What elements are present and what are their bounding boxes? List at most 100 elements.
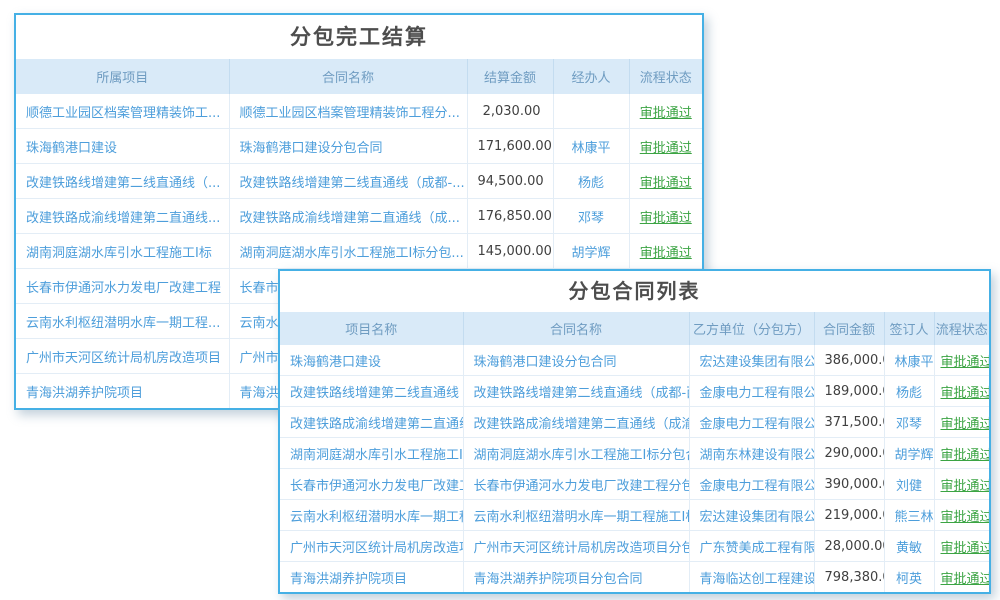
handler-name: 杨彪 <box>553 164 629 199</box>
project-link[interactable]: 长春市伊通河水力发电厂改建工程 <box>280 469 463 500</box>
amount-value: 145,000.00 <box>467 234 553 269</box>
contract-link[interactable]: 广州市天河区统计局机房改造项目分包... <box>463 531 689 562</box>
column-header: 结算金额 <box>467 59 553 94</box>
project-link[interactable]: 青海洪湖养护院项目 <box>280 562 463 593</box>
signer-name: 柯英 <box>884 562 934 593</box>
column-header: 流程状态 <box>629 59 702 94</box>
table-row: 湖南洞庭湖水库引水工程施工I标湖南洞庭湖水库引水工程施工I标分包合同湖南东林建设… <box>280 438 989 469</box>
project-link[interactable]: 改建铁路成渝线增建第二直通线... <box>16 199 229 234</box>
project-link[interactable]: 广州市天河区统计局机房改造项目 <box>16 339 229 374</box>
table-row: 改建铁路成渝线增建第二直通线...改建铁路成渝线增建第二直通线（成...176,… <box>16 199 702 234</box>
project-link[interactable]: 顺德工业园区档案管理精装饰工... <box>16 94 229 129</box>
project-link[interactable]: 云南水利枢纽潜明水库一期工程... <box>280 500 463 531</box>
contract-link[interactable]: 青海洪湖养护院项目分包合同 <box>463 562 689 593</box>
column-header: 项目名称 <box>280 312 463 345</box>
project-link[interactable]: 珠海鹤港口建设 <box>16 129 229 164</box>
project-link[interactable]: 长春市伊通河水力发电厂改建工程 <box>16 269 229 304</box>
signer-name: 胡学辉 <box>884 438 934 469</box>
table-row: 改建铁路成渝线增建第二直通线...改建铁路成渝线增建第二直通线（成渝...金康电… <box>280 407 989 438</box>
status-link[interactable]: 审批通过 <box>934 345 989 376</box>
status-link[interactable]: 审批通过 <box>629 94 702 129</box>
contract-link[interactable]: 改建铁路线增建第二线直通线（成都-... <box>229 164 467 199</box>
status-link[interactable]: 审批通过 <box>934 531 989 562</box>
table-row: 改建铁路线增建第二线直通线（...改建铁路线增建第二线直通线（成都-...94,… <box>16 164 702 199</box>
column-header: 所属项目 <box>16 59 229 94</box>
amount-value: 171,600.00 <box>467 129 553 164</box>
party-b-name: 湖南东林建设有限公司 <box>689 438 814 469</box>
contract-list-window: 分包合同列表 项目名称合同名称乙方单位（分包方）合同金额签订人流程状态 珠海鹤港… <box>278 269 991 594</box>
table-row: 改建铁路线增建第二线直通线（...改建铁路线增建第二线直通线（成都-西...金康… <box>280 376 989 407</box>
contract-link[interactable]: 改建铁路线增建第二线直通线（成都-西... <box>463 376 689 407</box>
status-link[interactable]: 审批通过 <box>934 438 989 469</box>
signer-name: 熊三林 <box>884 500 934 531</box>
amount-value: 2,030.00 <box>467 94 553 129</box>
status-link[interactable]: 审批通过 <box>934 500 989 531</box>
table-row: 珠海鹤港口建设珠海鹤港口建设分包合同宏达建设集团有限公司386,000.00林康… <box>280 345 989 376</box>
party-b-name: 宏达建设集团有限公司 <box>689 500 814 531</box>
table-row: 珠海鹤港口建设珠海鹤港口建设分包合同171,600.00林康平审批通过 <box>16 129 702 164</box>
amount-value: 219,000.00 <box>814 500 884 531</box>
table-row: 云南水利枢纽潜明水库一期工程...云南水利枢纽潜明水库一期工程施工I标...宏达… <box>280 500 989 531</box>
status-link[interactable]: 审批通过 <box>934 469 989 500</box>
signer-name: 林康平 <box>884 345 934 376</box>
contract-link[interactable]: 长春市伊通河水力发电厂改建工程分包... <box>463 469 689 500</box>
party-b-name: 金康电力工程有限公司 <box>689 376 814 407</box>
party-b-name: 金康电力工程有限公司 <box>689 469 814 500</box>
status-link[interactable]: 审批通过 <box>934 376 989 407</box>
status-link[interactable]: 审批通过 <box>934 562 989 593</box>
amount-value: 371,500.00 <box>814 407 884 438</box>
table-row: 湖南洞庭湖水库引水工程施工I标湖南洞庭湖水库引水工程施工I标分包...145,0… <box>16 234 702 269</box>
amount-value: 176,850.00 <box>467 199 553 234</box>
amount-value: 94,500.00 <box>467 164 553 199</box>
signer-name: 杨彪 <box>884 376 934 407</box>
project-link[interactable]: 湖南洞庭湖水库引水工程施工I标 <box>280 438 463 469</box>
contract-link[interactable]: 湖南洞庭湖水库引水工程施工I标分包... <box>229 234 467 269</box>
party-b-name: 宏达建设集团有限公司 <box>689 345 814 376</box>
handler-name: 林康平 <box>553 129 629 164</box>
contract-link[interactable]: 改建铁路成渝线增建第二直通线（成... <box>229 199 467 234</box>
contract-link[interactable]: 改建铁路成渝线增建第二直通线（成渝... <box>463 407 689 438</box>
project-link[interactable]: 云南水利枢纽潜明水库一期工程... <box>16 304 229 339</box>
project-link[interactable]: 广州市天河区统计局机房改造项目 <box>280 531 463 562</box>
amount-value: 28,000.00 <box>814 531 884 562</box>
project-link[interactable]: 青海洪湖养护院项目 <box>16 374 229 409</box>
project-link[interactable]: 改建铁路线增建第二线直通线（... <box>280 376 463 407</box>
status-link[interactable]: 审批通过 <box>629 199 702 234</box>
contract-link[interactable]: 珠海鹤港口建设分包合同 <box>463 345 689 376</box>
signer-name: 邓琴 <box>884 407 934 438</box>
status-link[interactable]: 审批通过 <box>934 407 989 438</box>
party-b-name: 青海临达创工程建设... <box>689 562 814 593</box>
table-row: 广州市天河区统计局机房改造项目广州市天河区统计局机房改造项目分包...广东赞美成… <box>280 531 989 562</box>
party-b-name: 广东赞美成工程有限... <box>689 531 814 562</box>
handler-name: 胡学辉 <box>553 234 629 269</box>
column-header: 经办人 <box>553 59 629 94</box>
status-link[interactable]: 审批通过 <box>629 234 702 269</box>
signer-name: 黄敏 <box>884 531 934 562</box>
contract-link[interactable]: 云南水利枢纽潜明水库一期工程施工I标... <box>463 500 689 531</box>
handler-name <box>553 94 629 129</box>
amount-value: 290,000.00 <box>814 438 884 469</box>
amount-value: 798,380.00 <box>814 562 884 593</box>
column-header: 乙方单位（分包方） <box>689 312 814 345</box>
contract-list-title: 分包合同列表 <box>280 271 989 312</box>
contract-link[interactable]: 珠海鹤港口建设分包合同 <box>229 129 467 164</box>
status-link[interactable]: 审批通过 <box>629 164 702 199</box>
column-header: 流程状态 <box>934 312 989 345</box>
project-link[interactable]: 改建铁路成渝线增建第二直通线... <box>280 407 463 438</box>
contract-link[interactable]: 湖南洞庭湖水库引水工程施工I标分包合同 <box>463 438 689 469</box>
project-link[interactable]: 改建铁路线增建第二线直通线（... <box>16 164 229 199</box>
contract-link[interactable]: 顺德工业园区档案管理精装饰工程分... <box>229 94 467 129</box>
amount-value: 189,000.00 <box>814 376 884 407</box>
party-b-name: 金康电力工程有限公司 <box>689 407 814 438</box>
table-row: 青海洪湖养护院项目青海洪湖养护院项目分包合同青海临达创工程建设...798,38… <box>280 562 989 593</box>
table-row: 顺德工业园区档案管理精装饰工...顺德工业园区档案管理精装饰工程分...2,03… <box>16 94 702 129</box>
project-link[interactable]: 湖南洞庭湖水库引水工程施工I标 <box>16 234 229 269</box>
project-link[interactable]: 珠海鹤港口建设 <box>280 345 463 376</box>
handler-name: 邓琴 <box>553 199 629 234</box>
amount-value: 386,000.00 <box>814 345 884 376</box>
column-header: 签订人 <box>884 312 934 345</box>
column-header: 合同名称 <box>229 59 467 94</box>
status-link[interactable]: 审批通过 <box>629 129 702 164</box>
contract-header-row: 项目名称合同名称乙方单位（分包方）合同金额签订人流程状态 <box>280 312 989 345</box>
signer-name: 刘健 <box>884 469 934 500</box>
